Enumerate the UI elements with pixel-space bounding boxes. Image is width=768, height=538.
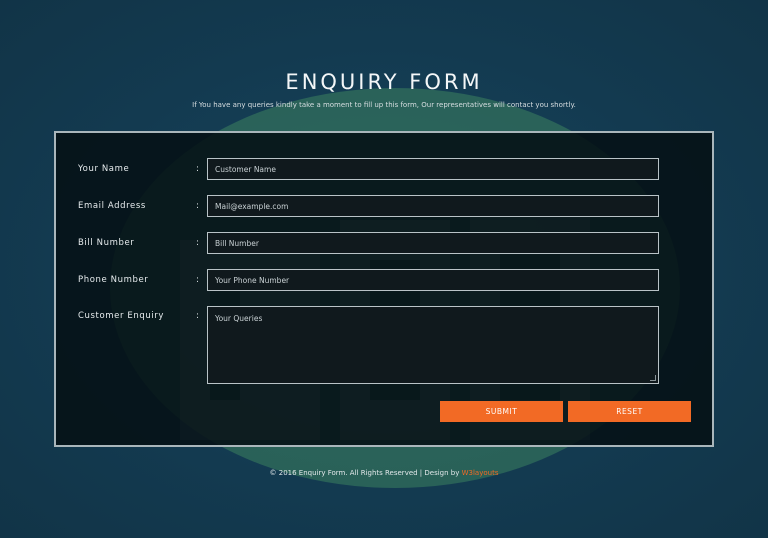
name-colon: : bbox=[196, 164, 199, 174]
phone-input[interactable]: Your Phone Number bbox=[207, 269, 659, 291]
email-label: Email Address bbox=[78, 201, 146, 211]
footer-text: © 2016 Enquiry Form. All Rights Reserved… bbox=[269, 469, 462, 477]
email-placeholder: Mail@example.com bbox=[215, 201, 289, 211]
enquiry-placeholder: Your Queries bbox=[215, 314, 263, 323]
footer: © 2016 Enquiry Form. All Rights Reserved… bbox=[0, 469, 768, 477]
bill-label: Bill Number bbox=[78, 238, 135, 248]
enquiry-label: Customer Enquiry bbox=[78, 311, 165, 321]
resize-grip-icon[interactable] bbox=[650, 375, 656, 381]
enquiry-textarea[interactable]: Your Queries bbox=[207, 306, 659, 384]
enquiry-colon: : bbox=[196, 311, 199, 321]
phone-colon: : bbox=[196, 275, 199, 285]
page-title: ENQUIRY FORM bbox=[285, 70, 483, 94]
page-subtitle: If You have any queries kindly take a mo… bbox=[192, 101, 576, 109]
enquiry-form: Your Name : Customer Name Email Address … bbox=[54, 131, 714, 447]
submit-button[interactable]: SUBMIT bbox=[440, 401, 563, 422]
email-colon: : bbox=[196, 201, 199, 211]
bill-input[interactable]: Bill Number bbox=[207, 232, 659, 254]
footer-designer-link[interactable]: W3layouts bbox=[462, 469, 499, 477]
name-input[interactable]: Customer Name bbox=[207, 158, 659, 180]
phone-label: Phone Number bbox=[78, 275, 149, 285]
bill-placeholder: Bill Number bbox=[215, 238, 259, 248]
name-placeholder: Customer Name bbox=[215, 164, 276, 174]
email-input[interactable]: Mail@example.com bbox=[207, 195, 659, 217]
page-background: ENQUIRY FORM If You have any queries kin… bbox=[0, 0, 768, 538]
name-label: Your Name bbox=[78, 164, 130, 174]
bill-colon: : bbox=[196, 238, 199, 248]
reset-button[interactable]: RESET bbox=[568, 401, 691, 422]
phone-placeholder: Your Phone Number bbox=[215, 275, 290, 285]
